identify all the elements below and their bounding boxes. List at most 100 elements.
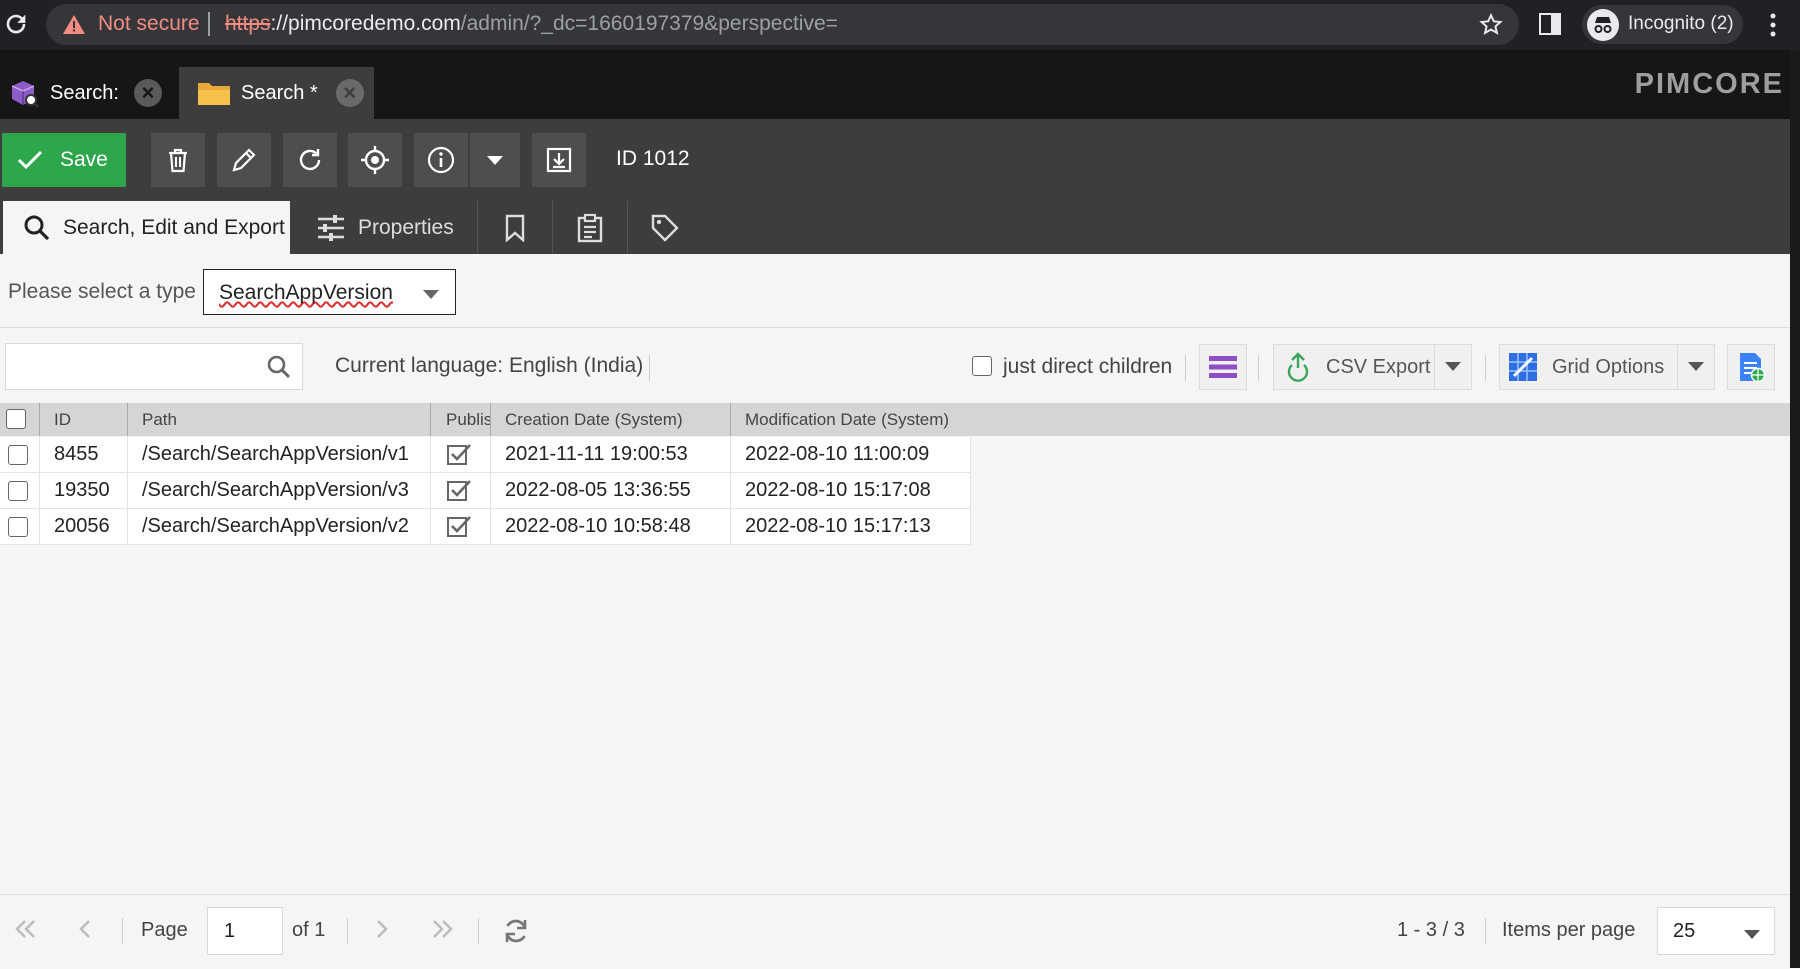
url-divider — [208, 12, 210, 36]
tab-search-edit-export[interactable]: Search, Edit and Export — [3, 201, 290, 254]
url-host: ://pimcoredemo.com — [270, 12, 461, 35]
csv-export-button[interactable]: CSV Export — [1273, 344, 1435, 390]
direct-children-checkbox[interactable] — [972, 356, 992, 376]
save-label: Save — [60, 148, 108, 171]
url-text[interactable]: https://pimcoredemo.com/admin/?_dc=16601… — [225, 12, 838, 36]
column-header-creation-date[interactable]: Creation Date (System) — [491, 403, 731, 436]
batch-edit-button[interactable] — [1199, 344, 1247, 390]
tab-search-colon[interactable]: Search: × — [0, 67, 177, 119]
items-per-page-select[interactable]: 25 — [1657, 907, 1775, 955]
search-input[interactable] — [5, 343, 303, 390]
list-rows-icon — [1209, 356, 1237, 378]
cell-modification-date: 2022-08-10 15:17:08 — [731, 473, 971, 508]
chevron-down-icon — [1445, 362, 1461, 371]
column-header-path[interactable]: Path — [128, 403, 431, 436]
info-button[interactable] — [414, 133, 468, 187]
row-select[interactable] — [0, 437, 40, 472]
export-arrow-icon — [1287, 352, 1309, 382]
tab-label: Properties — [358, 215, 454, 239]
csv-export-dropdown[interactable] — [1434, 344, 1472, 390]
divider — [347, 918, 348, 944]
window-edge — [1790, 50, 1800, 968]
cell-creation-date: 2022-08-05 13:36:55 — [491, 473, 731, 508]
items-per-page-value: 25 — [1673, 920, 1696, 942]
tab-properties[interactable]: Properties — [296, 201, 471, 254]
checked-box-icon — [447, 444, 471, 465]
delete-button[interactable] — [151, 133, 205, 187]
tab-close-icon[interactable]: × — [133, 79, 162, 107]
tab-notes[interactable] — [554, 201, 626, 254]
page-input[interactable]: 1 — [207, 907, 283, 955]
row-checkbox[interactable] — [8, 445, 28, 465]
cell-published — [431, 437, 491, 472]
grid-header: ID Path Publis Creation Date (System) Mo… — [0, 403, 1790, 436]
table-row[interactable]: 20056 /Search/SearchAppVersion/v2 2022-0… — [0, 509, 971, 545]
csv-export-label: CSV Export — [1326, 355, 1431, 378]
divider — [478, 918, 479, 944]
rename-button[interactable] — [217, 133, 271, 187]
row-checkbox[interactable] — [8, 517, 28, 537]
divider — [1258, 355, 1259, 381]
next-page-icon[interactable] — [375, 919, 389, 944]
target-icon — [361, 146, 389, 174]
column-header-published[interactable]: Publis — [431, 403, 491, 436]
first-page-icon[interactable] — [14, 919, 38, 944]
current-language: Current language: English (India) — [335, 354, 644, 377]
download-button[interactable] — [532, 133, 586, 187]
save-button[interactable]: Save — [2, 133, 126, 187]
url-path: /admin/?_dc=1660197379&perspective= — [460, 12, 838, 35]
show-in-tree-button[interactable] — [348, 133, 402, 187]
document-globe-icon — [1740, 353, 1766, 383]
bookmark-star-icon[interactable] — [1478, 12, 1504, 38]
page-label: Page — [141, 919, 188, 941]
previous-page-icon[interactable] — [78, 919, 92, 944]
more-dropdown-button[interactable] — [470, 133, 520, 187]
row-checkbox[interactable] — [8, 481, 28, 501]
reload-icon[interactable] — [2, 10, 30, 38]
refresh-icon[interactable] — [502, 917, 530, 950]
divider — [1485, 355, 1486, 381]
last-page-icon[interactable] — [430, 919, 454, 944]
pencil-icon — [232, 148, 256, 172]
column-header-id[interactable]: ID — [40, 403, 128, 436]
tab-tags[interactable] — [629, 201, 701, 254]
info-icon — [427, 146, 455, 174]
result-range: 1 - 3 / 3 — [1397, 919, 1465, 941]
warning-icon — [62, 13, 86, 37]
divider — [1185, 355, 1186, 381]
type-select-label: Please select a type — [8, 280, 196, 303]
table-row[interactable]: 8455 /Search/SearchAppVersion/v1 2021-11… — [0, 437, 971, 473]
row-select[interactable] — [0, 473, 40, 508]
export-xlsx-button[interactable] — [1727, 344, 1775, 390]
direct-children-label[interactable]: just direct children — [1003, 355, 1172, 379]
cell-published — [431, 473, 491, 508]
cell-id: 20056 — [40, 509, 128, 544]
tab-bookmark[interactable] — [479, 201, 551, 254]
header-select-all[interactable] — [0, 403, 40, 436]
column-header-modification-date[interactable]: Modification Date (System) — [731, 403, 971, 436]
cell-modification-date: 2022-08-10 11:00:09 — [731, 437, 971, 472]
cell-path: /Search/SearchAppVersion/v3 — [128, 473, 431, 508]
tab-label: Search * — [241, 81, 318, 104]
divider — [649, 355, 650, 381]
not-secure-label[interactable]: Not secure — [98, 12, 200, 36]
tab-close-icon[interactable]: × — [335, 79, 364, 107]
table-row[interactable]: 19350 /Search/SearchAppVersion/v3 2022-0… — [0, 473, 971, 509]
grid-options-dropdown[interactable] — [1677, 344, 1715, 390]
cube-search-icon — [8, 77, 40, 109]
type-select[interactable]: SearchAppVersion — [203, 269, 456, 315]
checked-box-icon — [447, 516, 471, 537]
grid-options-button[interactable]: Grid Options — [1499, 344, 1678, 390]
chevron-down-icon — [1688, 362, 1704, 371]
folder-icon — [197, 79, 231, 107]
browser-menu-icon[interactable] — [1770, 12, 1776, 38]
tab-search-active[interactable]: Search * × — [179, 67, 374, 119]
tab-divider — [477, 201, 478, 254]
sliders-icon — [316, 214, 346, 242]
side-panel-icon[interactable] — [1539, 13, 1561, 35]
row-select[interactable] — [0, 509, 40, 544]
cell-id: 19350 — [40, 473, 128, 508]
select-all-checkbox[interactable] — [6, 409, 26, 429]
page-count: of 1 — [292, 919, 326, 941]
reload-button[interactable] — [283, 133, 337, 187]
